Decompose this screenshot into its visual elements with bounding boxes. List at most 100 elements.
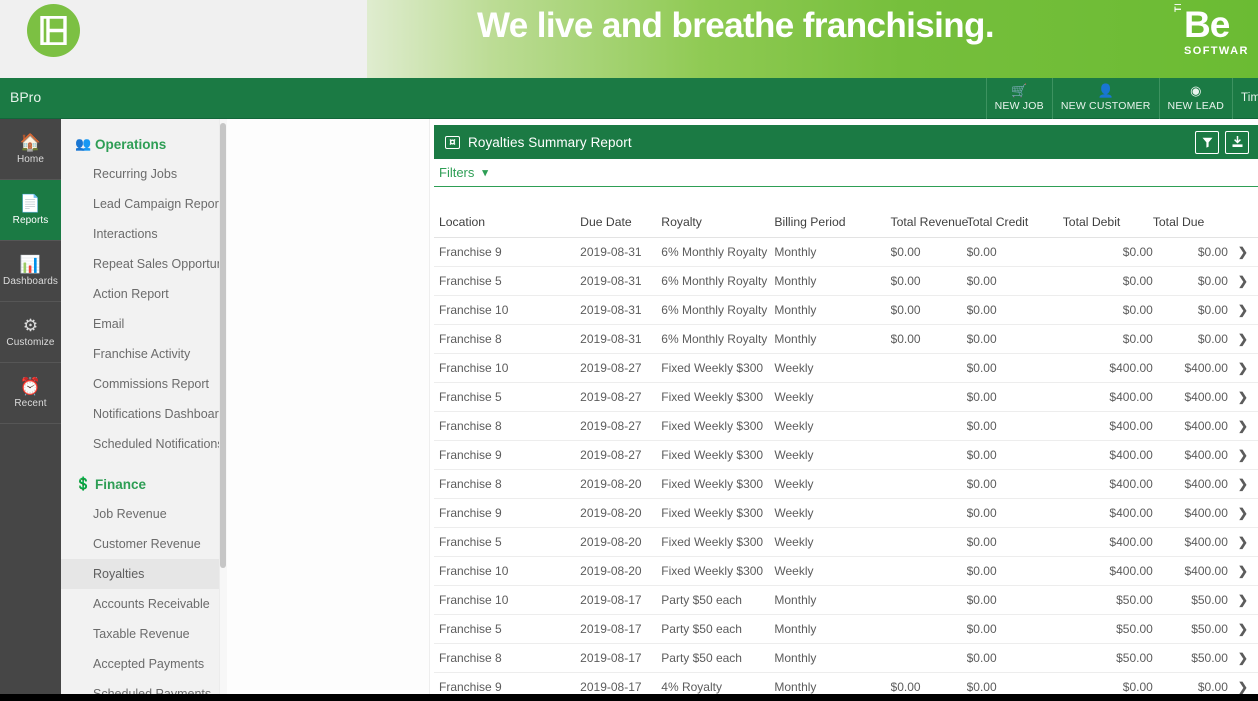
nav-item-interactions[interactable]: Interactions [61,219,226,249]
rail-item-customize[interactable]: ⚙ Customize [0,302,61,363]
cell-total-revenue [890,556,967,586]
rail-item-reports[interactable]: 📄 Reports [0,180,61,241]
chevron-down-icon[interactable]: ▾ [482,166,488,179]
content-left-spacer [227,119,430,694]
chevron-right-icon[interactable]: ❯ [1238,361,1248,375]
filter-button[interactable] [1195,130,1219,154]
table-row[interactable]: Franchise 5 2019-08-27 Fixed Weekly $300 We… [434,382,1258,412]
column-header-due-date[interactable]: Due Date [580,195,662,238]
cell-royalty: Fixed Weekly $300 [661,469,775,499]
chevron-right-icon[interactable]: ❯ [1238,477,1248,491]
nav-item-repeat-sales-opportunity[interactable]: Repeat Sales Opportunity [61,249,226,279]
table-row[interactable]: Franchise 5 2019-08-17 Party $50 each Month… [434,614,1258,644]
chevron-right-icon[interactable]: ❯ [1238,332,1248,346]
column-header-total-revenue[interactable]: Total Revenue [890,195,968,238]
column-header-location[interactable]: Location [434,195,581,238]
table-row[interactable]: Franchise 9 2019-08-17 4% Royalty Monthly $0… [434,672,1258,694]
nav-item-royalties[interactable]: Royalties [61,559,226,589]
table-row[interactable]: Franchise 5 2019-08-31 6% Monthly Royalty M… [434,266,1258,296]
new-lead-button[interactable]: ◉ NEW LEAD [1158,78,1232,119]
money-icon: 💲 [75,476,92,491]
cell-total-due: $400.00 [1152,527,1228,557]
chevron-right-icon[interactable]: ❯ [1238,680,1248,694]
royalties-summary-table: Location Due Date Royalty Billing Period… [434,195,1258,694]
chevron-right-icon[interactable]: ❯ [1238,651,1248,665]
nav-item-job-revenue[interactable]: Job Revenue [61,499,226,529]
cell-billing-period: Weekly [774,411,891,441]
nav-item-scheduled-notifications[interactable]: Scheduled Notifications [61,429,226,459]
nav-item-customer-revenue[interactable]: Customer Revenue [61,529,226,559]
rail-item-dashboards[interactable]: 📊 Dashboards [0,241,61,302]
column-header-billing-period[interactable]: Billing Period [774,195,891,238]
table-row[interactable]: Franchise 9 2019-08-20 Fixed Weekly $300 We… [434,498,1258,528]
chevron-right-icon[interactable]: ❯ [1238,390,1248,404]
new-customer-button[interactable]: 👤 NEW CUSTOMER [1051,78,1159,119]
nav-item-franchise-activity[interactable]: Franchise Activity [61,339,226,369]
nav-item-action-report[interactable]: Action Report [61,279,226,309]
table-row[interactable]: Franchise 9 2019-08-31 6% Monthly Royalty M… [434,237,1258,267]
nav-item-commissions-report[interactable]: Commissions Report [61,369,226,399]
chevron-right-icon[interactable]: ❯ [1238,593,1248,607]
chevron-right-icon[interactable]: ❯ [1238,303,1248,317]
nav-item-email[interactable]: Email [61,309,226,339]
chevron-right-icon[interactable]: ❯ [1238,622,1248,636]
nav-item-accounts-receivable[interactable]: Accounts Receivable [61,589,226,619]
time-button[interactable]: Tim [1232,78,1258,119]
column-header-total-credit[interactable]: Total Credit [966,195,1063,238]
cell-total-debit: $0.00 [1062,295,1153,325]
cell-total-due: $0.00 [1152,672,1228,694]
cell-location: Franchise 8 [434,324,581,354]
table-row[interactable]: Franchise 9 2019-08-27 Fixed Weekly $300 We… [434,440,1258,470]
filters-label: Filters [439,165,475,180]
table-row[interactable]: Franchise 8 2019-08-31 6% Monthly Royalty M… [434,324,1258,354]
report-panel: ¤ Royalties Summary Report Filters ▾ Loc… [430,119,1258,694]
row-detail-cell: ❯ [1227,353,1258,383]
promo-banner: We live and breathe franchising. THE Be … [0,0,1258,78]
filters-bar[interactable]: Filters ▾ [434,159,1258,187]
nav-item-notifications-dashboard[interactable]: Notifications Dashboard [61,399,226,429]
nav-scrollbar-thumb[interactable] [220,123,226,568]
download-button[interactable] [1225,130,1249,154]
chevron-right-icon[interactable]: ❯ [1238,564,1248,578]
cell-royalty: 6% Monthly Royalty [661,295,775,325]
chevron-right-icon[interactable]: ❯ [1238,419,1248,433]
cell-total-due: $400.00 [1152,498,1228,528]
table-row[interactable]: Franchise 8 2019-08-17 Party $50 each Month… [434,643,1258,673]
report-title: Royalties Summary Report [468,134,632,150]
chevron-right-icon[interactable]: ❯ [1238,506,1248,520]
chevron-right-icon[interactable]: ❯ [1238,274,1248,288]
table-row[interactable]: Franchise 8 2019-08-27 Fixed Weekly $300 We… [434,411,1258,441]
nav-item-recurring-jobs[interactable]: Recurring Jobs [61,159,226,189]
table-row[interactable]: Franchise 5 2019-08-20 Fixed Weekly $300 We… [434,527,1258,557]
row-detail-cell: ❯ [1227,324,1258,354]
cell-total-revenue: $0.00 [890,324,967,354]
nav-item-scheduled-payments[interactable]: Scheduled Payments [61,679,226,694]
application-top-bar: BPro 🛒 NEW JOB 👤 NEW CUSTOMER ◉ NEW LEAD… [0,78,1258,119]
chevron-right-icon[interactable]: ❯ [1238,535,1248,549]
rail-item-home[interactable]: 🏠 Home [0,119,61,180]
table-row[interactable]: Franchise 10 2019-08-27 Fixed Weekly $300 W… [434,353,1258,383]
table-row[interactable]: Franchise 10 2019-08-31 6% Monthly Royalty… [434,295,1258,325]
cell-total-credit: $0.00 [966,498,1063,528]
column-header-total-debit[interactable]: Total Debit [1062,195,1153,238]
table-row[interactable]: Franchise 8 2019-08-20 Fixed Weekly $300 We… [434,469,1258,499]
table-row[interactable]: Franchise 10 2019-08-20 Fixed Weekly $300 W… [434,556,1258,586]
table-row[interactable]: Franchise 10 2019-08-17 Party $50 each Mont… [434,585,1258,615]
column-header-royalty[interactable]: Royalty [661,195,775,238]
cell-royalty: 6% Monthly Royalty [661,324,775,354]
column-header-total-due[interactable]: Total Due [1152,195,1228,238]
new-customer-label: NEW CUSTOMER [1060,100,1151,112]
nav-item-lead-campaign-report[interactable]: Lead Campaign Report [61,189,226,219]
cell-billing-period: Weekly [774,527,891,557]
cell-total-debit: $400.00 [1062,411,1153,441]
new-job-button[interactable]: 🛒 NEW JOB [985,78,1052,119]
chevron-right-icon[interactable]: ❯ [1238,448,1248,462]
nav-item-accepted-payments[interactable]: Accepted Payments [61,649,226,679]
cell-due-date: 2019-08-20 [580,498,662,528]
nav-item-taxable-revenue[interactable]: Taxable Revenue [61,619,226,649]
row-detail-cell: ❯ [1227,498,1258,528]
cell-location: Franchise 10 [434,585,581,615]
rail-item-recent[interactable]: ⏰ Recent [0,363,61,424]
chevron-right-icon[interactable]: ❯ [1238,245,1248,259]
cell-due-date: 2019-08-27 [580,440,662,470]
